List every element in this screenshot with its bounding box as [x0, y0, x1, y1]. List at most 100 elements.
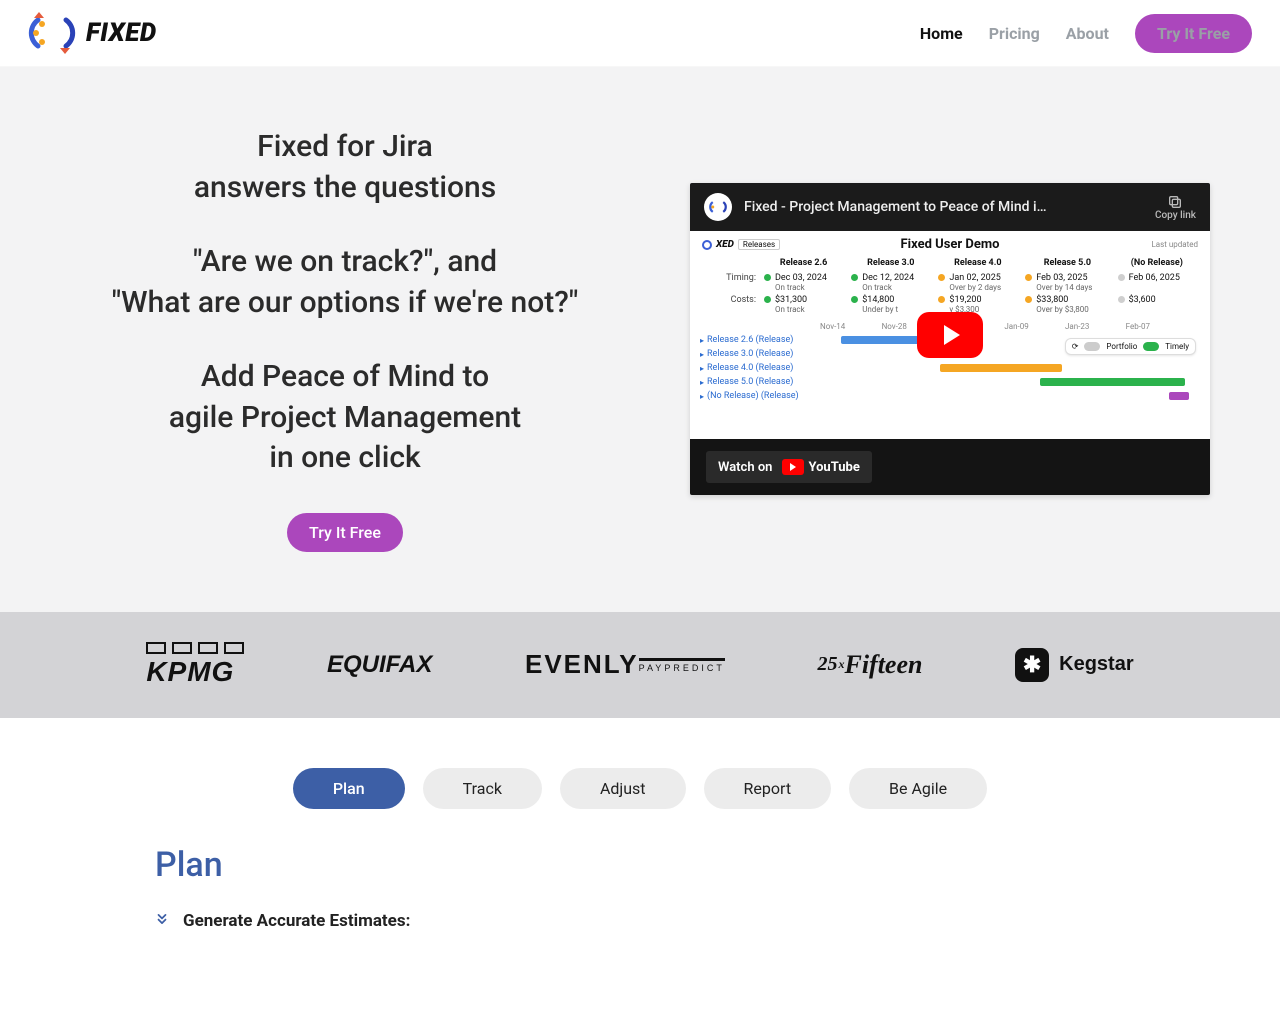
feature-item[interactable]: Generate Accurate Estimates:: [155, 911, 1125, 931]
gantt-row-label: ▸Release 3.0 (Release): [700, 349, 818, 359]
hero-block-1: Fixed for Jira answers the questions: [70, 127, 620, 208]
hero-line: answers the questions: [70, 168, 620, 209]
demo-col-header: Release 4.0: [934, 258, 1021, 272]
demo-cell-sub: Over by 14 days: [1036, 283, 1092, 292]
demo-col-header: Release 2.6: [760, 258, 847, 272]
video-preview: XED Releases Fixed User Demo Last update…: [690, 231, 1210, 439]
logo-25: 25: [817, 653, 837, 676]
demo-cell: Jan 02, 2025: [949, 273, 1000, 283]
brand[interactable]: FIXED: [28, 12, 157, 54]
demo-col-header: (No Release): [1114, 258, 1200, 272]
demo-col-header: Release 5.0: [1021, 258, 1113, 272]
hero-cta-button[interactable]: Try It Free: [287, 513, 403, 552]
tab-report[interactable]: Report: [704, 768, 832, 809]
gantt-axis-tick: Jan-23: [1065, 322, 1089, 331]
hero-line: in one click: [70, 438, 620, 479]
hero-line: agile Project Management: [70, 398, 620, 439]
toolbox-refresh-icon: ⟳: [1072, 342, 1079, 351]
gantt-axis-tick: Feb-07: [1126, 322, 1150, 331]
demo-cell: Dec 03, 2024: [775, 273, 827, 283]
video-channel-icon: [704, 193, 732, 221]
video-header: Fixed - Project Management to Peace of M…: [690, 183, 1210, 231]
hero-block-3: Add Peace of Mind to agile Project Manag…: [70, 357, 620, 479]
feature-tabs: Plan Track Adjust Report Be Agile: [155, 768, 1125, 809]
hero-line: "Are we on track?", and: [70, 242, 620, 283]
tab-track[interactable]: Track: [423, 768, 542, 809]
hero-line: "What are our options if we're not?": [70, 283, 620, 324]
logo-kpmg-text: KPMG: [146, 656, 234, 688]
tab-adjust[interactable]: Adjust: [560, 768, 686, 809]
demo-row-label: Costs:: [700, 294, 760, 316]
gantt-bar: [1040, 378, 1185, 386]
kegstar-badge-icon: ✱: [1015, 648, 1049, 682]
gantt-row-label: ▸(No Release) (Release): [700, 391, 818, 401]
gantt-toolbox: ⟳ Portfolio Timely: [1065, 338, 1196, 355]
gantt-bar: [1169, 392, 1188, 400]
demo-cell: $3,600: [1129, 295, 1156, 305]
gantt-bar: [940, 364, 1062, 372]
demo-dropdown: Releases: [738, 239, 780, 250]
logo-evenly: EVENLY PAYPREDICT: [525, 649, 725, 680]
copy-link-label: Copy link: [1155, 210, 1196, 221]
demo-cell: $19,200: [949, 295, 981, 305]
toolbox-toggle-off-icon: [1084, 342, 1100, 351]
demo-title: Fixed User Demo: [901, 237, 1000, 252]
tab-be-agile[interactable]: Be Agile: [849, 768, 987, 809]
gantt-row-label: ▸Release 2.6 (Release): [700, 335, 818, 345]
topbar: FIXED Home Pricing About Try It Free: [0, 0, 1280, 67]
top-nav: Home Pricing About Try It Free: [920, 14, 1252, 53]
copy-link-button[interactable]: Copy link: [1155, 194, 1196, 221]
nav-home[interactable]: Home: [920, 24, 963, 43]
gantt-row-label: ▸Release 4.0 (Release): [700, 363, 818, 373]
nav-about[interactable]: About: [1066, 24, 1109, 43]
gantt-axis-tick: Jan-09: [1004, 322, 1028, 331]
play-button-icon[interactable]: [917, 312, 983, 358]
customer-logos: KPMG EQUIFAX EVENLY PAYPREDICT 25xFiftee…: [0, 612, 1280, 718]
toolbox-toggle-on-label: Timely: [1165, 342, 1189, 351]
logo-fifteen: Fifteen: [844, 650, 922, 680]
feature-item-label: Generate Accurate Estimates:: [183, 911, 410, 931]
demo-row-label: Timing:: [700, 272, 760, 294]
toolbox-toggle-on-icon: [1143, 342, 1159, 351]
hero-line: Add Peace of Mind to: [70, 357, 620, 398]
demo-cell-sub: Over by $3,800: [1036, 305, 1089, 314]
demo-cell: $31,300: [775, 295, 807, 305]
logo-equifax: EQUIFAX: [327, 651, 432, 679]
gantt-axis-tick: Nov-28: [882, 322, 907, 331]
hero-block-2: "Are we on track?", and "What are our op…: [70, 242, 620, 323]
nav-pricing[interactable]: Pricing: [989, 24, 1040, 43]
demo-cell-sub: Over by 2 days: [949, 283, 1001, 292]
demo-last-updated: Last updated: [1151, 240, 1198, 249]
demo-brand: XED Releases: [702, 239, 780, 250]
gantt-bar: [841, 336, 925, 344]
video-footer: Watch on YouTube: [690, 439, 1210, 495]
chevron-down-icon: [155, 912, 169, 930]
gantt-row: ▸(No Release) (Release): [700, 389, 1200, 403]
demo-col-header: Release 3.0: [847, 258, 934, 272]
toolbox-toggle-off-label: Portfolio: [1106, 342, 1137, 351]
demo-summary-table: Release 2.6 Release 3.0 Release 4.0 Rele…: [700, 258, 1200, 316]
gantt-row-label: ▸Release 5.0 (Release): [700, 377, 818, 387]
watch-on-label: Watch on: [718, 460, 772, 475]
watch-on-youtube-button[interactable]: Watch on YouTube: [706, 451, 872, 483]
demo-cell: $14,800: [862, 295, 894, 305]
nav-cta-button[interactable]: Try It Free: [1135, 14, 1252, 53]
gantt-axis-tick: Nov-14: [820, 322, 845, 331]
logo-evenly-big: EVENLY: [525, 649, 639, 680]
demo-cell: Dec 12, 2024: [862, 273, 914, 283]
video-embed[interactable]: Fixed - Project Management to Peace of M…: [690, 183, 1210, 495]
gantt-row: ▸Release 5.0 (Release): [700, 375, 1200, 389]
logo-25fifteen: 25xFifteen: [817, 650, 922, 680]
brand-logo-icon: [28, 12, 76, 54]
hero-section: Fixed for Jira answers the questions "Ar…: [0, 67, 1280, 612]
video-title: Fixed - Project Management to Peace of M…: [744, 199, 1143, 215]
hero-line: Fixed for Jira: [70, 127, 620, 168]
tab-plan[interactable]: Plan: [293, 768, 405, 809]
hero-copy: Fixed for Jira answers the questions "Ar…: [70, 127, 620, 552]
logo-kpmg: KPMG: [146, 642, 234, 688]
feature-section-title: Plan: [155, 845, 1125, 885]
demo-cell-sub: Under by t: [862, 305, 898, 314]
logo-kegstar: ✱ Kegstar: [1015, 648, 1133, 682]
features-section: Plan Track Adjust Report Be Agile Plan G…: [0, 718, 1280, 971]
demo-brand-text: XED: [716, 239, 734, 250]
